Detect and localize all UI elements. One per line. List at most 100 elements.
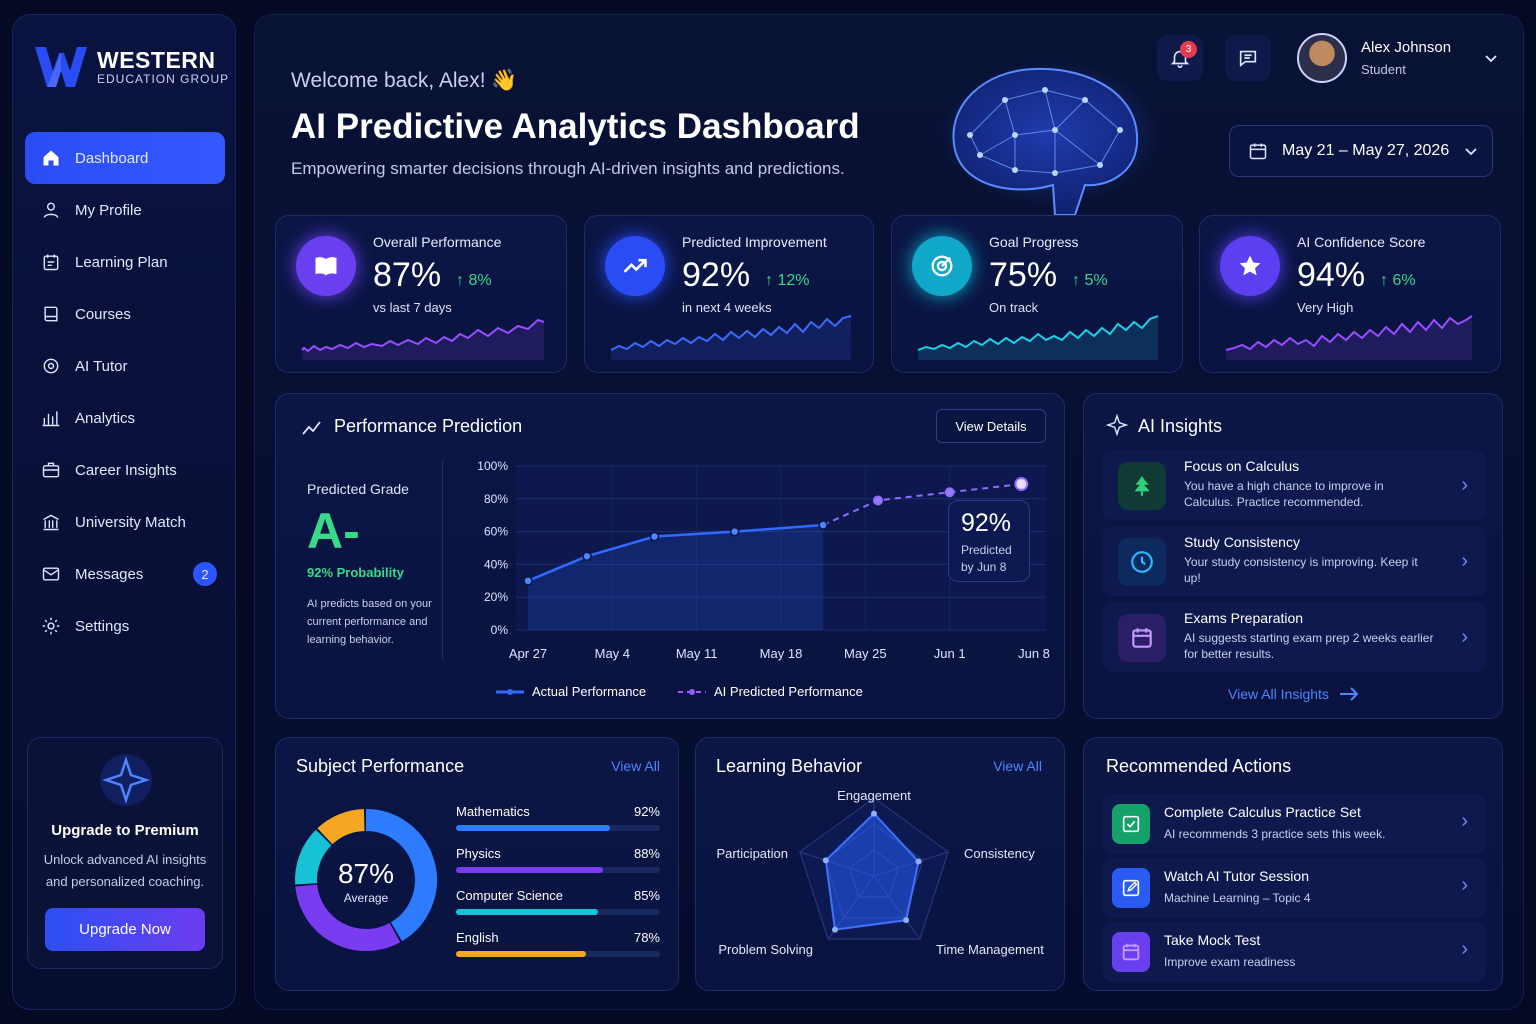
action-item[interactable]: Watch AI Tutor Session Machine Learning … <box>1102 858 1486 918</box>
radar-point <box>832 926 839 933</box>
subject-row: Computer Science 85% <box>456 888 660 915</box>
kpi-card-overall-performance[interactable]: Overall Performance 87% ↑ 8% vs last 7 d… <box>275 215 567 373</box>
insight-item[interactable]: Exams Preparation AI suggests starting e… <box>1102 602 1486 672</box>
book-icon <box>44 306 58 322</box>
actual-point <box>649 531 660 542</box>
sidebar-item-learning-plan[interactable]: Learning Plan <box>25 236 225 288</box>
callout-text: by Jun 8 <box>961 560 1007 574</box>
y-tick-label: 100% <box>477 459 508 473</box>
messages-button[interactable] <box>1225 35 1271 81</box>
target-icon <box>931 255 953 277</box>
sidebar-item-label: My Profile <box>75 201 142 219</box>
sidebar-item-career-insights[interactable]: Career Insights <box>25 444 225 496</box>
action-item[interactable]: Complete Calculus Practice Set AI recomm… <box>1102 794 1486 854</box>
predicted-point <box>872 495 883 506</box>
ai-tutor-icon <box>43 358 59 374</box>
x-tick-label: Jun 1 <box>934 646 966 661</box>
radar-point <box>822 857 829 864</box>
chevron-right-icon[interactable]: › <box>1461 550 1468 573</box>
prediction-title: Performance Prediction <box>334 416 523 436</box>
kpi-sparkline <box>610 315 852 360</box>
kpi-card-goal-progress[interactable]: Goal Progress 75% ↑ 5% On track <box>891 215 1183 373</box>
sparkle-icon <box>100 754 152 806</box>
action-item[interactable]: Take Mock Test Improve exam readiness › <box>1102 922 1486 982</box>
chevron-right-icon[interactable]: › <box>1461 626 1468 649</box>
kpi-delta-value: 6% <box>1392 272 1416 289</box>
subject-value: 88% <box>633 846 660 861</box>
chevron-right-icon[interactable]: › <box>1461 874 1468 897</box>
view-all-insights-link[interactable]: View All Insights <box>1228 686 1359 702</box>
chevron-right-icon[interactable]: › <box>1461 474 1468 497</box>
actual-point <box>818 520 828 530</box>
kpi-delta: ↑ 5% <box>1072 272 1108 290</box>
radar-axis-label: Time Management <box>936 942 1044 957</box>
kpi-delta: ↑ 12% <box>765 272 809 290</box>
behavior-radar-chart: Engagement Consistency Time Management Prob… <box>716 788 1044 957</box>
star-icon <box>1239 255 1261 276</box>
y-tick-label: 80% <box>484 492 508 506</box>
notifications-button[interactable]: 3 <box>1157 35 1203 81</box>
kpi-icon-wrap <box>605 236 665 296</box>
tree-icon <box>1134 476 1150 496</box>
progress-bar <box>456 909 599 915</box>
kpi-sparkline <box>1225 315 1473 360</box>
arrow-up-icon: ↑ <box>1380 272 1393 289</box>
insight-item[interactable]: Study Consistency Your study consistency… <box>1102 526 1486 596</box>
sidebar-item-my-profile[interactable]: My Profile <box>25 184 225 236</box>
kpi-value: 92% <box>682 256 751 294</box>
date-range-picker[interactable]: May 21 – May 27, 2026 <box>1229 125 1493 177</box>
trending-up-icon <box>623 258 647 273</box>
predicted-point <box>1014 477 1029 492</box>
subject-value: 92% <box>633 804 660 819</box>
sidebar-item-university-match[interactable]: University Match <box>25 496 225 548</box>
chevron-right-icon[interactable]: › <box>1461 810 1468 833</box>
mail-icon <box>42 567 60 581</box>
kpi-card-predicted-improvement[interactable]: Predicted Improvement 92% ↑ 12% in next … <box>584 215 874 373</box>
premium-card: Upgrade to Premium Unlock advanced AI in… <box>27 737 223 969</box>
chevron-down-icon <box>1485 55 1497 63</box>
predicted-grade-label: Predicted Grade <box>307 481 409 497</box>
progress-track <box>456 909 660 915</box>
subject-row: Physics 88% <box>456 846 660 873</box>
sidebar-item-messages[interactable]: Messages 2 <box>25 548 225 600</box>
sidebar-item-dashboard[interactable]: Dashboard <box>25 132 225 184</box>
sidebar-item-settings[interactable]: Settings <box>25 600 225 652</box>
brand-logo[interactable]: WESTERN EDUCATION GROUP <box>35 47 229 87</box>
subject-row: Mathematics 92% <box>456 804 660 831</box>
trend-icon <box>302 421 321 435</box>
y-tick-label: 0% <box>491 623 509 637</box>
insight-title: Focus on Calculus <box>1184 458 1300 474</box>
upgrade-button[interactable]: Upgrade Now <box>45 908 205 951</box>
kpi-card-ai-confidence-score[interactable]: AI Confidence Score 94% ↑ 6% Very High <box>1199 215 1501 373</box>
progress-bar <box>456 867 604 873</box>
action-text: AI recommends 3 practice sets this week. <box>1164 827 1386 841</box>
kpi-label: Goal Progress <box>989 234 1079 250</box>
sidebar-item-label: Analytics <box>75 409 136 427</box>
user-menu[interactable]: Alex Johnson Student <box>1297 33 1499 83</box>
progress-track <box>456 825 660 831</box>
chevron-right-icon[interactable]: › <box>1461 938 1468 961</box>
sidebar-item-analytics[interactable]: Analytics <box>25 392 225 444</box>
w-logo-icon <box>35 47 87 87</box>
sidebar-item-courses[interactable]: Courses <box>25 288 225 340</box>
sidebar-item-label: University Match <box>75 513 186 531</box>
sidebar-item-ai-tutor[interactable]: AI Tutor <box>25 340 225 392</box>
university-icon <box>43 514 59 531</box>
brand-sub: EDUCATION GROUP <box>97 72 230 86</box>
book-open-icon <box>315 257 337 276</box>
insight-item[interactable]: Focus on Calculus You have a high chance… <box>1102 450 1486 520</box>
brand-name: WESTERN <box>97 47 216 73</box>
kpi-value: 87% <box>373 256 442 294</box>
prediction-note: AI predicts based on your current perfor… <box>307 598 432 646</box>
subject-view-all-link[interactable]: View All <box>611 758 660 774</box>
view-details-button[interactable]: View Details <box>936 409 1046 443</box>
kpi-delta: ↑ 8% <box>456 272 492 290</box>
insight-text: Your study consistency is improving. Kee… <box>1184 555 1418 585</box>
callout-value: 92% <box>961 509 1012 537</box>
calendar-icon <box>1249 143 1267 160</box>
action-title: Take Mock Test <box>1164 932 1261 948</box>
kpi-delta-value: 5% <box>1084 272 1108 289</box>
notification-count: 3 <box>1180 41 1197 58</box>
radar-point <box>915 858 922 865</box>
calendar-icon <box>1132 628 1152 648</box>
